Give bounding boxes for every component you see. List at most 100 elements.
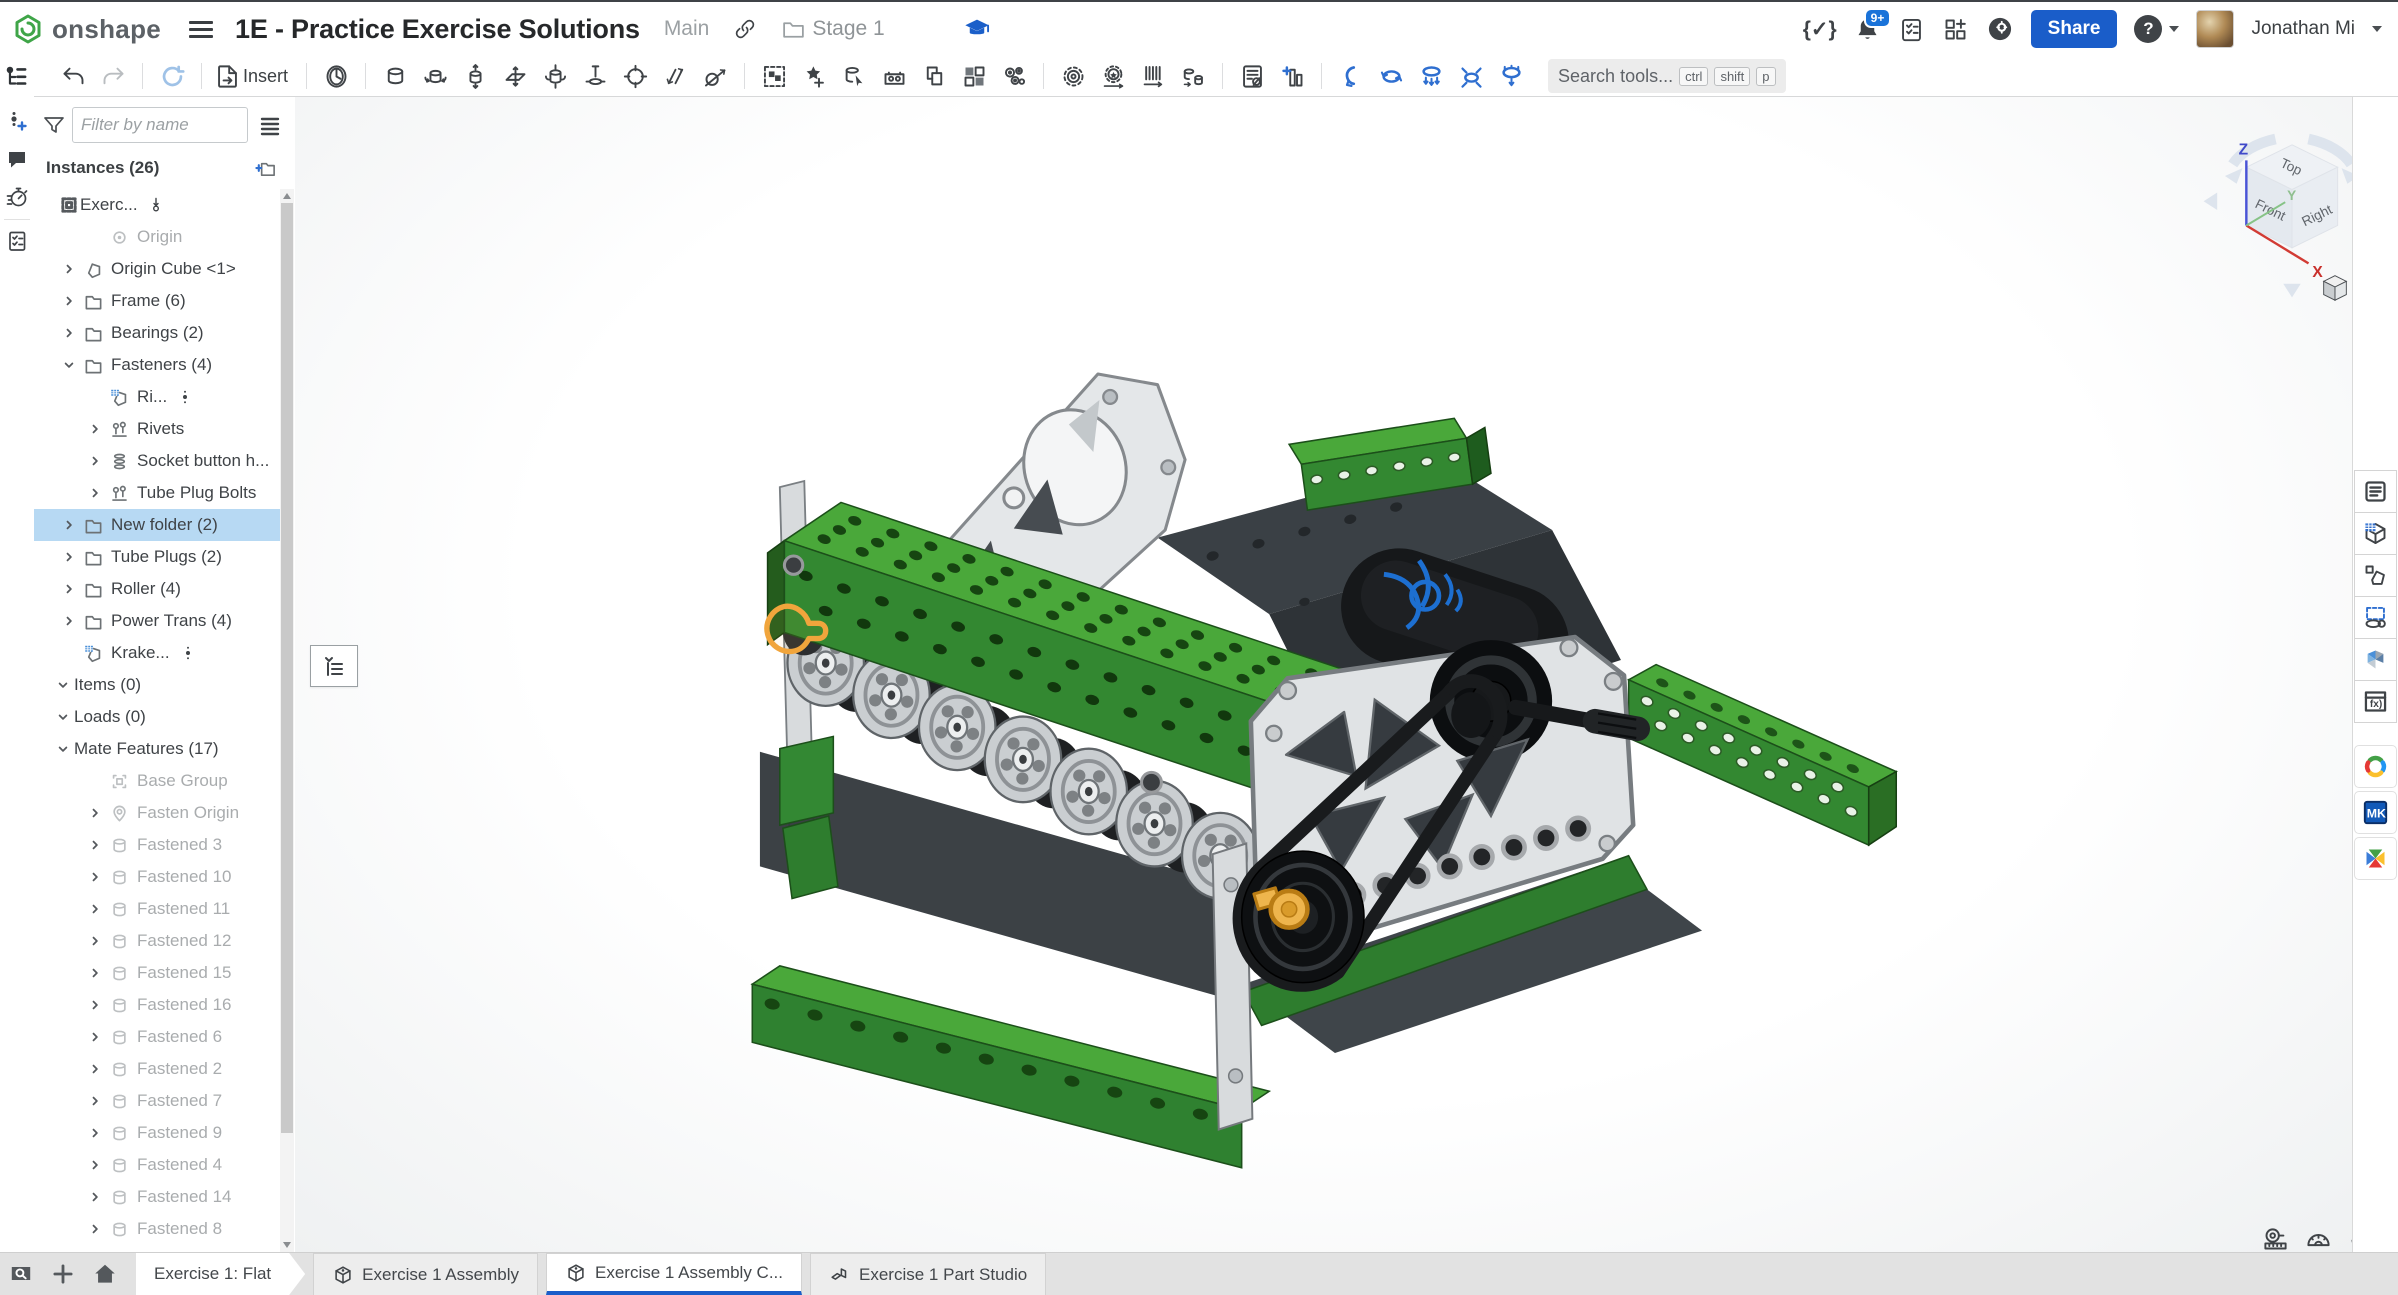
mate-connector-button[interactable] bbox=[797, 59, 831, 93]
tree-item-power-trans-4[interactable]: Power Trans (4) bbox=[34, 605, 280, 637]
tree-item-fastened-14[interactable]: Fastened 14 bbox=[34, 1181, 280, 1213]
rollback-button[interactable] bbox=[155, 59, 189, 93]
tree-item-origin[interactable]: Origin bbox=[34, 221, 280, 253]
tree-chevron-icon[interactable] bbox=[58, 359, 80, 371]
tree-chevron-icon[interactable] bbox=[84, 1159, 106, 1171]
named-positions-button[interactable] bbox=[319, 59, 353, 93]
sim-spin-button[interactable] bbox=[1374, 59, 1408, 93]
scroll-up-arrow[interactable] bbox=[283, 193, 291, 199]
sprocket-relation-button[interactable] bbox=[1096, 59, 1130, 93]
link-icon[interactable] bbox=[733, 17, 757, 41]
tree-item-fastened-6[interactable]: Fastened 6 bbox=[34, 1021, 280, 1053]
tree-chevron-icon[interactable] bbox=[84, 455, 106, 467]
tree-chevron-icon[interactable] bbox=[84, 1127, 106, 1139]
app-store-grid-icon[interactable] bbox=[1942, 16, 1969, 43]
tree-chevron-icon[interactable] bbox=[84, 1031, 106, 1043]
tree-item-fastened-11[interactable]: Fastened 11 bbox=[34, 893, 280, 925]
belt-relation-button[interactable] bbox=[1176, 59, 1210, 93]
filter-input[interactable] bbox=[72, 107, 248, 143]
tree-chevron-icon[interactable] bbox=[84, 1063, 106, 1075]
tape-measure-icon[interactable] bbox=[2262, 1226, 2289, 1253]
anchor-icon[interactable] bbox=[148, 197, 164, 213]
tree-item-fastened-8[interactable]: Fastened 8 bbox=[34, 1213, 280, 1245]
view-cube-down-arrow[interactable] bbox=[2283, 284, 2300, 298]
tree-chevron-icon[interactable] bbox=[84, 1191, 106, 1203]
rack-relation-button[interactable] bbox=[1136, 59, 1170, 93]
dots-icon[interactable] bbox=[180, 645, 196, 661]
dots-icon[interactable] bbox=[177, 389, 193, 405]
insert-button[interactable]: Insert bbox=[214, 59, 294, 93]
tree-item-base-group[interactable]: Base Group bbox=[34, 765, 280, 797]
user-name[interactable]: Jonathan Mi bbox=[2251, 18, 2355, 40]
replicate-button[interactable] bbox=[837, 59, 871, 93]
tree-chevron-icon[interactable] bbox=[58, 583, 80, 595]
transfer-button[interactable] bbox=[917, 59, 951, 93]
document-tab-1[interactable]: Exercise 1: Flat bbox=[136, 1253, 305, 1295]
mate-pin-slot-button[interactable] bbox=[578, 59, 612, 93]
configurations-panel-button[interactable] bbox=[2354, 512, 2397, 555]
avatar[interactable] bbox=[2196, 10, 2234, 48]
tree-item-tube-plugs-2[interactable]: Tube Plugs (2) bbox=[34, 541, 280, 573]
tree-chevron-icon[interactable] bbox=[84, 999, 106, 1011]
tree-chevron-icon[interactable] bbox=[84, 487, 106, 499]
tree-item-socket-button-h[interactable]: Socket button h... bbox=[34, 445, 280, 477]
measure-compare-button[interactable] bbox=[1275, 59, 1309, 93]
assembly-3d-model[interactable] bbox=[295, 97, 2352, 1252]
tree-item-frame-6[interactable]: Frame (6) bbox=[34, 285, 280, 317]
tree-item-fastened-16[interactable]: Fastened 16 bbox=[34, 989, 280, 1021]
tree-chevron-icon[interactable] bbox=[52, 679, 74, 691]
tree-item-loads-0[interactable]: Loads (0) bbox=[34, 701, 280, 733]
tree-chevron-icon[interactable] bbox=[84, 807, 106, 819]
tree-item-roller-4[interactable]: Roller (4) bbox=[34, 573, 280, 605]
panel-scrollbar[interactable] bbox=[280, 189, 294, 1252]
tasks-button[interactable] bbox=[3, 227, 31, 255]
tree-item-fastened-15[interactable]: Fastened 15 bbox=[34, 957, 280, 989]
tree-chevron-icon[interactable] bbox=[84, 967, 106, 979]
add-tab-button[interactable] bbox=[42, 1253, 84, 1295]
help-menu[interactable]: ? bbox=[2134, 15, 2179, 43]
sim-rotate-button[interactable] bbox=[1334, 59, 1368, 93]
tree-item-fastened-7[interactable]: Fastened 7 bbox=[34, 1085, 280, 1117]
tree-chevron-icon[interactable] bbox=[58, 295, 80, 307]
tree-item-fasten-origin[interactable]: Fasten Origin bbox=[34, 797, 280, 829]
mate-ball-button[interactable] bbox=[618, 59, 652, 93]
tree-chevron-icon[interactable] bbox=[52, 743, 74, 755]
tree-item-fasteners-4[interactable]: Fasteners (4) bbox=[34, 349, 280, 381]
tree-item-rivets[interactable]: Rivets bbox=[34, 413, 280, 445]
tree-item-fastened-10[interactable]: Fastened 10 bbox=[34, 861, 280, 893]
app-button-mk[interactable]: MK bbox=[2354, 791, 2397, 834]
tree-item-exerc[interactable]: Exerc... bbox=[34, 189, 280, 221]
help-icon[interactable]: ? bbox=[2134, 15, 2162, 43]
instances-list-tab[interactable] bbox=[0, 56, 35, 97]
tree-item-fastened-9[interactable]: Fastened 9 bbox=[34, 1117, 280, 1149]
tree-item-krake[interactable]: Krake... bbox=[34, 637, 280, 669]
tasks-clipboard-icon[interactable] bbox=[1898, 16, 1925, 43]
home-button[interactable] bbox=[84, 1253, 126, 1295]
sim-collision-button[interactable] bbox=[1454, 59, 1488, 93]
model-green-post-left[interactable] bbox=[783, 816, 838, 899]
scrollbar-thumb[interactable] bbox=[281, 203, 293, 1133]
tree-chevron-icon[interactable] bbox=[84, 1223, 106, 1235]
gear-relation-button[interactable] bbox=[1056, 59, 1090, 93]
scroll-down-arrow[interactable] bbox=[283, 1242, 291, 1248]
tree-chevron-icon[interactable] bbox=[58, 263, 80, 275]
model-green-block-left[interactable] bbox=[780, 736, 834, 825]
tree-chevron-icon[interactable] bbox=[84, 1095, 106, 1107]
app-button-pinwheel[interactable] bbox=[2354, 837, 2397, 880]
share-button[interactable]: Share bbox=[2031, 10, 2118, 48]
history-button[interactable] bbox=[3, 183, 31, 211]
list-options-icon[interactable] bbox=[258, 113, 282, 137]
model-bottom-channel[interactable] bbox=[752, 966, 1269, 1168]
tree-item-items-0[interactable]: Items (0) bbox=[34, 669, 280, 701]
mate-connector-add-button[interactable] bbox=[3, 107, 31, 135]
mate-parallel-button[interactable] bbox=[658, 59, 692, 93]
search-tabs-button[interactable] bbox=[0, 1253, 42, 1295]
named-views-panel-button[interactable] bbox=[2354, 596, 2397, 639]
mate-planar-button[interactable] bbox=[498, 59, 532, 93]
document-tab-3[interactable]: Exercise 1 Assembly C... bbox=[546, 1253, 802, 1295]
bom-panel-button[interactable] bbox=[2354, 470, 2397, 513]
model-motor-pulley[interactable] bbox=[1451, 692, 1491, 738]
tree-chevron-icon[interactable] bbox=[84, 839, 106, 851]
add-folder-icon[interactable] bbox=[254, 157, 277, 180]
tree-item-ri[interactable]: Ri... bbox=[34, 381, 280, 413]
